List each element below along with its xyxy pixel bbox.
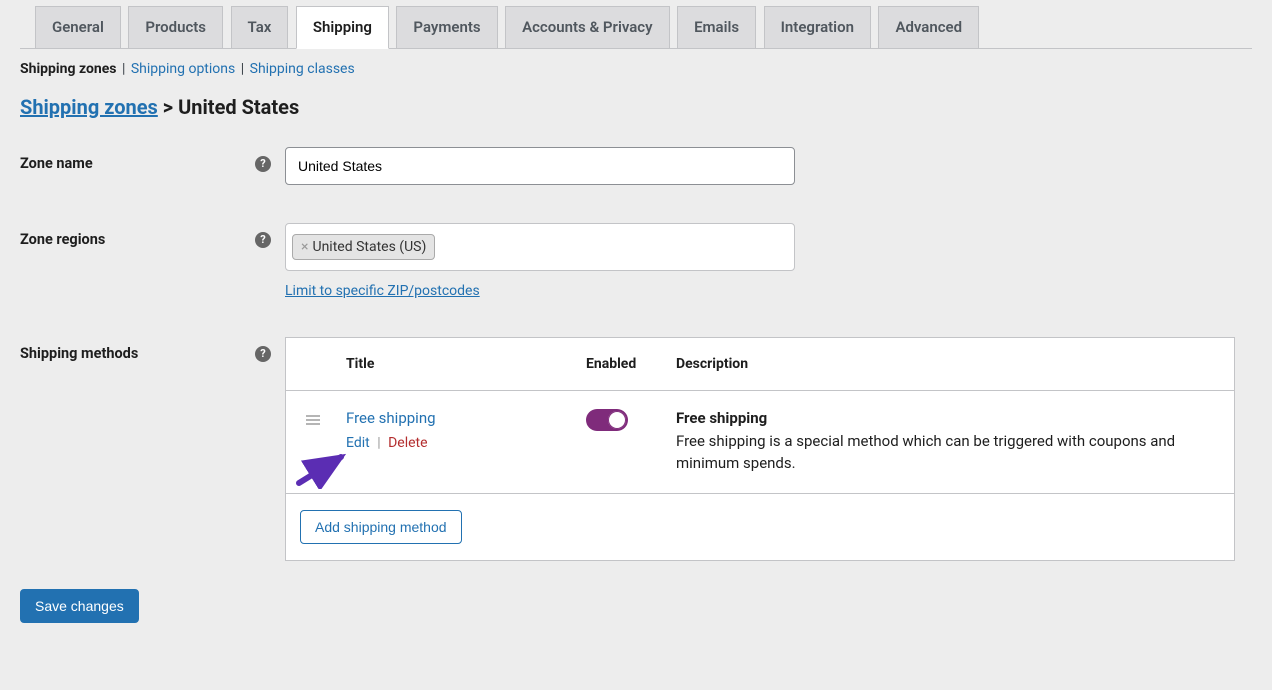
subnav-shipping-options[interactable]: Shipping options xyxy=(131,61,235,77)
add-shipping-method-button[interactable]: Add shipping method xyxy=(300,510,462,544)
tab-advanced[interactable]: Advanced xyxy=(878,6,979,48)
region-tag-label: United States (US) xyxy=(312,239,426,255)
drag-handle-icon[interactable] xyxy=(306,415,320,425)
tab-integration[interactable]: Integration xyxy=(764,6,871,48)
field-shipping-methods: Shipping methods ? Title Enabled Descrip… xyxy=(20,337,1252,561)
shipping-subnav: Shipping zones | Shipping options | Ship… xyxy=(20,61,1252,77)
toggle-knob xyxy=(608,411,626,429)
table-row: Free shipping Edit | Delete Free sh xyxy=(286,391,1234,494)
separator: | xyxy=(239,61,250,77)
remove-tag-icon[interactable]: × xyxy=(301,240,308,254)
tab-general[interactable]: General xyxy=(35,6,121,48)
subnav-shipping-zones[interactable]: Shipping zones xyxy=(20,61,116,77)
zone-regions-select[interactable]: × United States (US) xyxy=(285,223,795,271)
zone-name-input[interactable] xyxy=(285,147,795,185)
separator: | xyxy=(373,435,384,451)
col-header-title: Title xyxy=(346,356,586,372)
limit-postcodes-link[interactable]: Limit to specific ZIP/postcodes xyxy=(285,283,480,299)
separator: | xyxy=(120,61,131,77)
help-icon[interactable]: ? xyxy=(255,232,271,248)
subnav-shipping-classes[interactable]: Shipping classes xyxy=(250,61,355,77)
method-title-link[interactable]: Free shipping xyxy=(346,409,436,427)
enabled-toggle[interactable] xyxy=(586,409,628,431)
help-icon[interactable]: ? xyxy=(255,346,271,362)
field-zone-regions: Zone regions ? × United States (US) Limi… xyxy=(20,223,1252,299)
zone-regions-label: Zone regions xyxy=(20,231,105,248)
tab-emails[interactable]: Emails xyxy=(677,6,756,48)
table-footer: Add shipping method xyxy=(286,494,1234,560)
col-header-description: Description xyxy=(676,356,1214,372)
breadcrumb-current: United States xyxy=(178,95,299,119)
col-header-enabled: Enabled xyxy=(586,356,676,372)
tab-payments[interactable]: Payments xyxy=(396,6,497,48)
row-actions: Edit | Delete xyxy=(346,435,586,451)
breadcrumb-parent-link[interactable]: Shipping zones xyxy=(20,95,158,119)
delete-link[interactable]: Delete xyxy=(388,435,427,451)
field-zone-name: Zone name ? xyxy=(20,147,1252,185)
breadcrumb: Shipping zones > United States xyxy=(20,95,1252,119)
save-changes-button[interactable]: Save changes xyxy=(20,589,139,623)
breadcrumb-separator: > xyxy=(163,95,173,119)
edit-link[interactable]: Edit xyxy=(346,435,370,451)
zone-name-label: Zone name xyxy=(20,155,93,172)
shipping-methods-table: Title Enabled Description xyxy=(285,337,1235,561)
tab-products[interactable]: Products xyxy=(128,6,223,48)
table-header: Title Enabled Description xyxy=(286,338,1234,391)
shipping-methods-label: Shipping methods xyxy=(20,345,138,362)
tab-tax[interactable]: Tax xyxy=(231,6,289,48)
tab-accounts-privacy[interactable]: Accounts & Privacy xyxy=(505,6,670,48)
method-desc-title: Free shipping xyxy=(676,409,1214,427)
help-icon[interactable]: ? xyxy=(255,156,271,172)
settings-tabs: General Products Tax Shipping Payments A… xyxy=(20,6,1252,49)
region-tag: × United States (US) xyxy=(292,234,435,260)
tab-shipping[interactable]: Shipping xyxy=(296,6,389,49)
method-desc-body: Free shipping is a special method which … xyxy=(676,431,1214,475)
